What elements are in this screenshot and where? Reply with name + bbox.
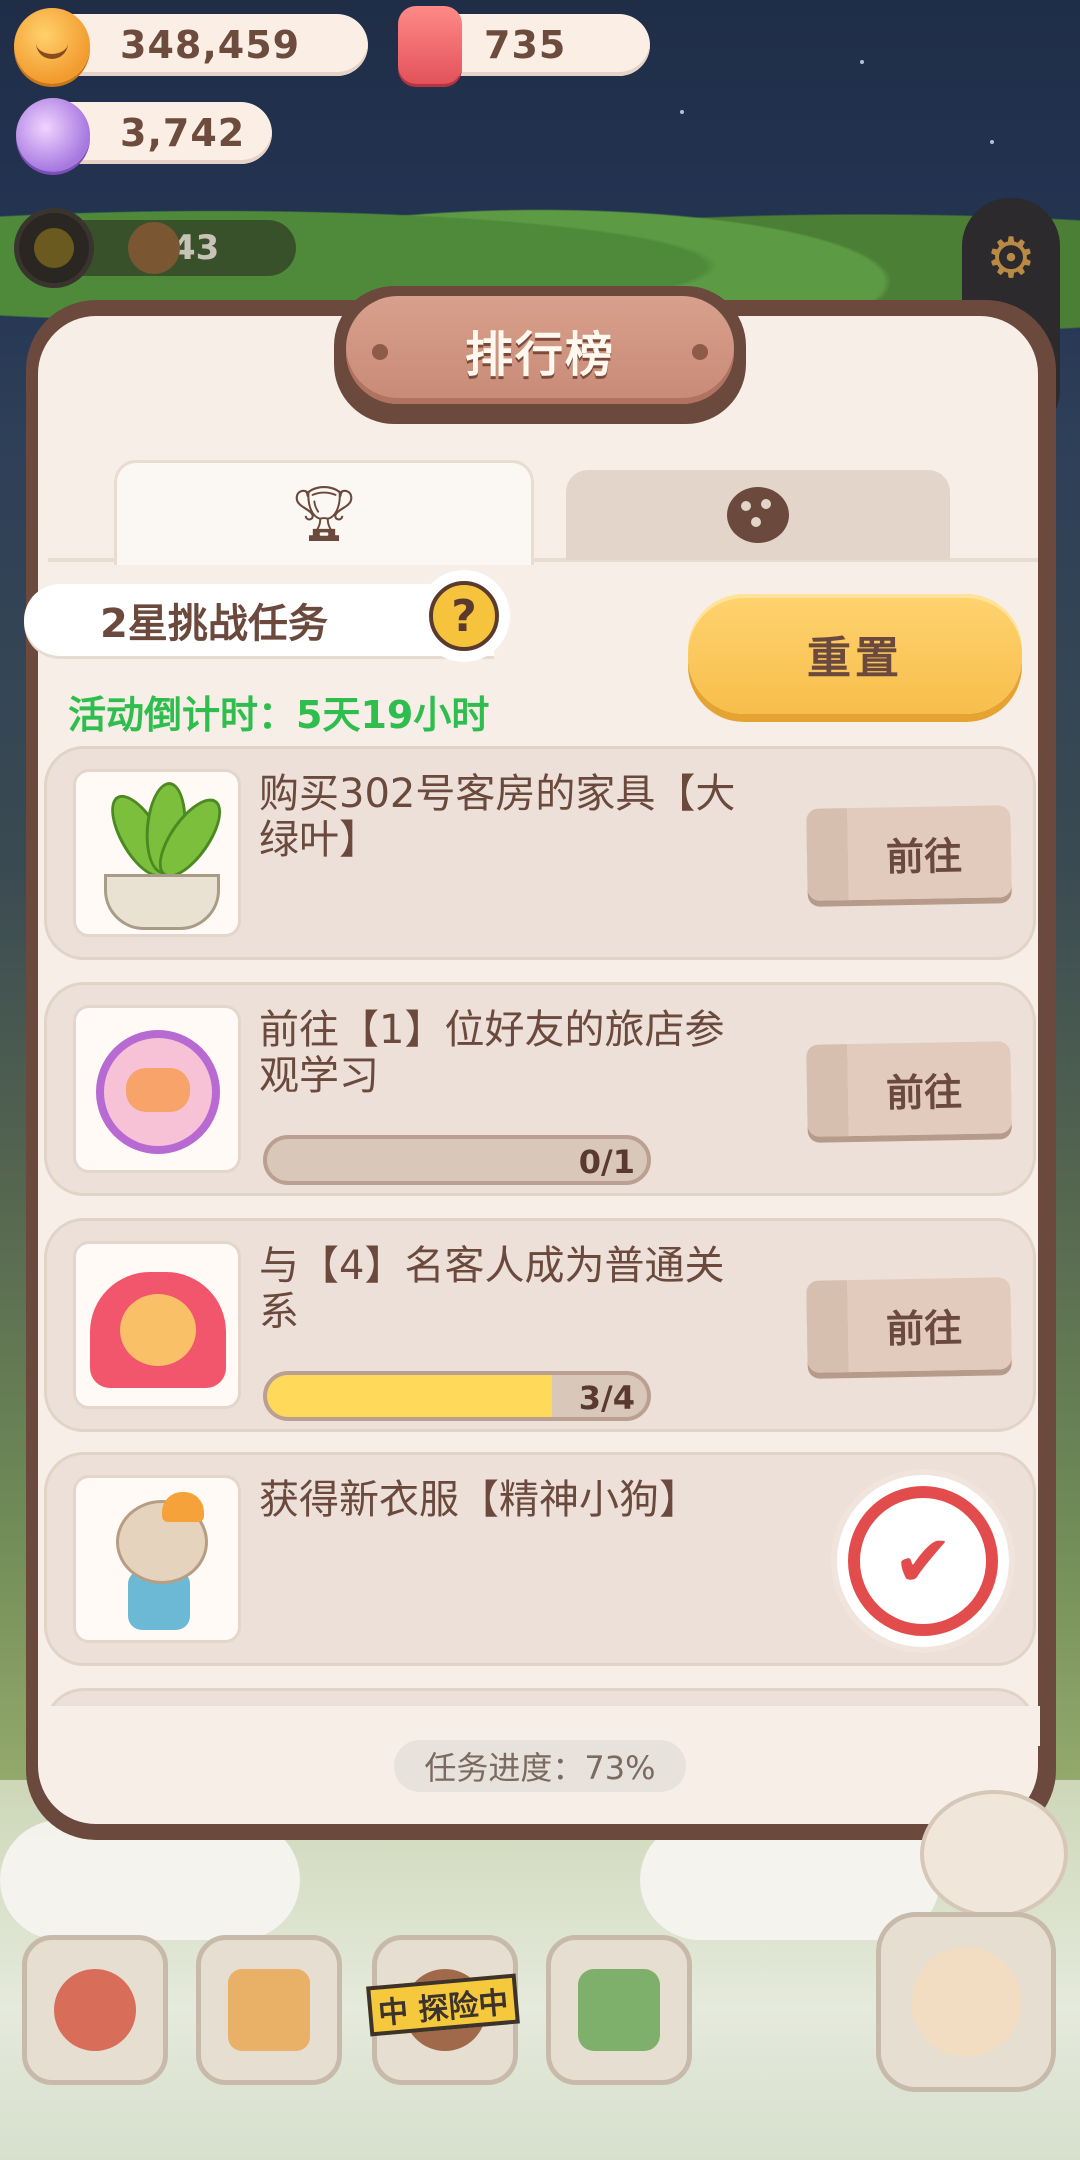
- progress-fill: [267, 1375, 552, 1417]
- plate-dot: [372, 344, 388, 360]
- task-card: 购买302号客房的家具【大绿叶】 前往: [44, 746, 1036, 960]
- trophy-icon: 🏆︎: [289, 482, 359, 545]
- candle-value: 735: [484, 23, 567, 67]
- question-icon: ?: [429, 581, 499, 651]
- total-progress-text: 任务进度：73%: [424, 1749, 656, 1787]
- go-button[interactable]: 前往: [806, 1277, 1012, 1373]
- task-card: 前往【1】位好友的旅店参观学习 前往 0/1: [44, 982, 1036, 1196]
- candy-icon: [16, 98, 90, 172]
- go-button[interactable]: 前往: [806, 805, 1012, 901]
- notebook-icon: [228, 1969, 310, 2051]
- go-button-label: 前往: [885, 1307, 963, 1351]
- sun-icon: [14, 208, 94, 288]
- task-progress-bar: 0/1: [263, 1135, 651, 1185]
- go-button-label: 前往: [885, 1071, 963, 1115]
- task-title: 前往【1】位好友的旅店参观学习: [259, 1007, 725, 1099]
- plant-icon: [73, 769, 241, 937]
- reset-button-label: 重置: [807, 634, 903, 683]
- task-title: 获得新衣服【精神小狗】: [259, 1477, 699, 1523]
- task-card: 与【4】名客人成为普通关系 前往 3/4: [44, 1218, 1036, 1432]
- task-card: 获得新衣服【精神小狗】 ✔: [44, 1452, 1036, 1666]
- gear-icon: ⚙: [985, 226, 1037, 291]
- total-progress-badge: 任务进度：73%: [394, 1740, 686, 1792]
- task-progress-bar: 3/4: [263, 1371, 651, 1421]
- heart-cookie-icon: [73, 1241, 241, 1409]
- completed-stamp: ✔: [837, 1475, 1009, 1647]
- stamp-ring: ✔: [848, 1486, 998, 1636]
- cookie-character-icon: [128, 222, 180, 274]
- coin-icon: [14, 8, 90, 84]
- check-icon: ✔: [892, 1519, 954, 1603]
- star-decoration: [860, 60, 864, 64]
- cookie-icon: [727, 487, 789, 543]
- progress-label: 3/4: [578, 1379, 635, 1417]
- shop-icon: [578, 1969, 660, 2051]
- help-button[interactable]: ?: [418, 570, 510, 662]
- go-button-label: 前往: [885, 835, 963, 879]
- exploring-tag-text: 中 探险中: [376, 1985, 510, 2032]
- nav-notebook-button[interactable]: [196, 1935, 342, 2085]
- event-countdown: 活动倒计时：5天19小时: [68, 693, 490, 737]
- nav-shop-button[interactable]: [546, 1935, 692, 2085]
- character-bubble[interactable]: [920, 1790, 1068, 1918]
- candle-icon: [398, 6, 462, 84]
- star-decoration: [990, 140, 994, 144]
- star-decoration: [680, 110, 684, 114]
- reset-button[interactable]: 重置: [688, 594, 1022, 714]
- task-title: 购买302号客房的家具【大绿叶】: [259, 771, 736, 863]
- tab-cookie[interactable]: [566, 470, 950, 560]
- tab-trophy[interactable]: 🏆︎: [114, 460, 534, 565]
- plate-dot: [692, 344, 708, 360]
- coin-value: 348,459: [120, 23, 301, 67]
- handshake-icon: [73, 1005, 241, 1173]
- mushroom-house-icon: [54, 1969, 136, 2051]
- nav-character-button[interactable]: [876, 1912, 1056, 2092]
- title-plate-inner: 排行榜: [346, 296, 734, 404]
- energy-bar[interactable]: 43: [14, 208, 296, 288]
- candy-value: 3,742: [120, 111, 246, 155]
- character-icon: [911, 1947, 1021, 2057]
- panel-title: 排行榜: [464, 327, 615, 383]
- character-outfit-icon: [73, 1475, 241, 1643]
- nav-house-button[interactable]: [22, 1935, 168, 2085]
- progress-label: 0/1: [578, 1143, 635, 1181]
- task-title: 与【4】名客人成为普通关系: [259, 1243, 725, 1335]
- challenge-label-text: 2星挑战任务: [100, 601, 328, 647]
- go-button[interactable]: 前往: [806, 1041, 1012, 1137]
